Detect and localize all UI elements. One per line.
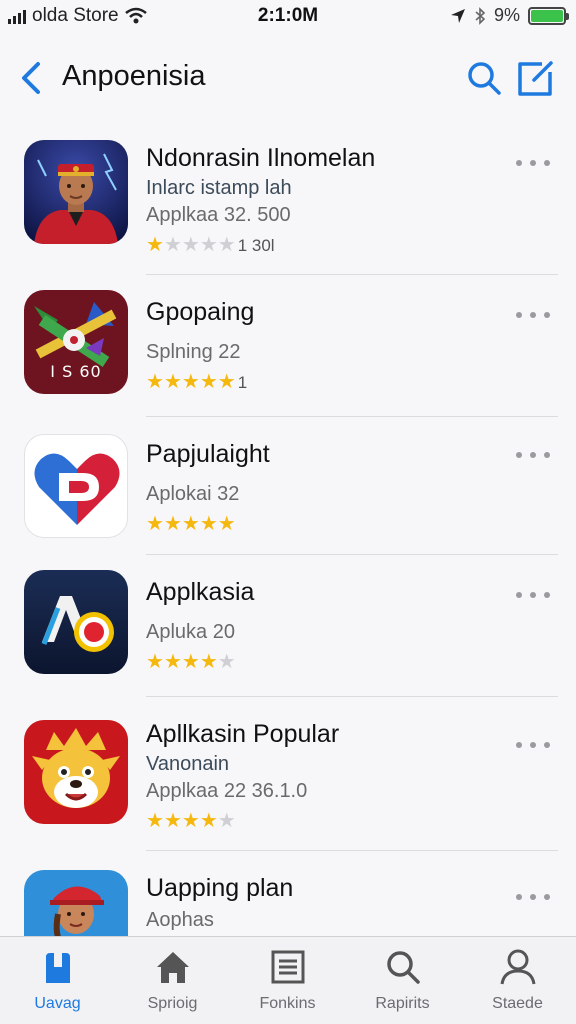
more-options-icon[interactable] — [516, 738, 550, 752]
star-icon: ★ — [181, 651, 200, 673]
tab-label: Uavag — [34, 995, 81, 1012]
star-icon: ★ — [199, 371, 218, 393]
star-icon: ★ — [163, 810, 182, 832]
star-rating: ★★★★★ — [146, 652, 506, 673]
star-icon: ★ — [217, 371, 236, 393]
star-icons: ★★★★★ — [146, 811, 236, 832]
divider — [146, 554, 558, 555]
star-icon: ★ — [217, 810, 236, 832]
star-icon: ★ — [217, 651, 236, 673]
share-icon[interactable] — [514, 58, 556, 100]
app-name: Applkasia — [146, 578, 255, 606]
star-icon: ★ — [163, 651, 182, 673]
tab-home[interactable]: Sprioig — [115, 947, 230, 1019]
search-icon[interactable] — [464, 58, 504, 98]
avatar-hero-icon — [24, 140, 128, 244]
app-meta: Splning 22 — [146, 341, 241, 363]
rating-count: 1 — [237, 372, 248, 392]
divider — [146, 696, 558, 697]
heart-d-icon — [24, 434, 128, 538]
list-item[interactable]: Apllkasin Popular Vanonain Applkaa 22 36… — [0, 720, 576, 864]
more-options-icon[interactable] — [516, 156, 550, 170]
star-icon: ★ — [181, 371, 200, 393]
star-icons: ★★★★★ — [146, 652, 236, 673]
star-rating: ★★★★★ 1 — [146, 372, 506, 393]
app-subtitle: Inlarc istamp lah — [146, 177, 292, 199]
app-subtitle: Vanonain — [146, 753, 230, 775]
icon-caption: I S 60 — [50, 362, 102, 381]
tab-list[interactable]: Fonkins — [230, 947, 345, 1019]
app-name: Papjulaight — [146, 440, 270, 468]
tab-bar: Uavag Sprioig Fonkins Rapirits Staede — [0, 936, 576, 1024]
star-rating: ★★★★★ — [146, 514, 506, 535]
battery-icon — [528, 6, 569, 25]
list-item[interactable]: I S 60 Gpopaing Splning 22 ★★★★★ 1 — [0, 290, 576, 426]
list-item[interactable]: Ndonrasin Ilnomelan Inlarc istamp lah Ap… — [0, 140, 576, 280]
star-icon: ★ — [199, 810, 218, 832]
app-meta: Apluka 20 — [146, 621, 235, 643]
search-icon — [386, 951, 420, 984]
star-rating: ★★★★★ — [146, 811, 506, 832]
star-icon: ★ — [181, 513, 200, 535]
tab-profile[interactable]: Staede — [460, 947, 575, 1019]
divider — [146, 850, 558, 851]
star-icon: ★ — [163, 513, 182, 535]
more-options-icon[interactable] — [516, 308, 550, 322]
tab-label: Sprioig — [147, 995, 198, 1012]
star-icon: ★ — [146, 513, 164, 535]
status-bar: olda Store 2:1:0M 9% — [0, 0, 576, 34]
star-icons: ★★★★★ — [146, 372, 236, 393]
star-icon: ★ — [199, 234, 218, 256]
chevron-left-icon[interactable] — [16, 58, 46, 98]
person-icon — [500, 949, 535, 985]
list-icon — [271, 950, 304, 984]
star-icon: ★ — [163, 371, 182, 393]
tab-label: Staede — [492, 995, 543, 1012]
star-icon: ★ — [146, 371, 164, 393]
list-item[interactable]: Papjulaight Aplokai 32 ★★★★★ — [0, 434, 576, 564]
divider — [146, 416, 558, 417]
star-icon: ★ — [146, 651, 164, 673]
a-circle-icon — [24, 570, 128, 674]
tab-label: Fonkins — [259, 995, 316, 1012]
more-options-icon[interactable] — [516, 890, 550, 904]
star-icon: ★ — [146, 234, 164, 256]
more-options-icon[interactable] — [516, 448, 550, 462]
navigation-bar: Anpoenisia — [0, 44, 576, 110]
app-name: Uapping plan — [146, 874, 294, 902]
star-icon: ★ — [199, 651, 218, 673]
app-meta: Applkaa 32. 500 — [146, 204, 291, 226]
star-icon: ★ — [146, 810, 164, 832]
bluetooth-icon — [475, 6, 486, 25]
star-icon: ★ — [163, 234, 182, 256]
star-icon: ★ — [217, 234, 236, 256]
star-icon: ★ — [199, 513, 218, 535]
location-arrow-icon — [450, 8, 465, 23]
star-icon: ★ — [181, 810, 200, 832]
rating-count: 1 30l — [237, 235, 275, 255]
app-meta: Applkaa 22 36.1.0 — [146, 780, 308, 802]
star-icon: ★ — [181, 234, 200, 256]
app-meta: Aplokai 32 — [146, 483, 240, 505]
app-name: Apllkasin Popular — [146, 720, 340, 748]
more-options-icon[interactable] — [516, 588, 550, 602]
divider — [146, 274, 558, 275]
battery-percent: 9% — [493, 5, 520, 25]
star-icons: ★★★★★ — [146, 235, 236, 256]
app-meta: Aophas — [146, 909, 214, 931]
app-name: Ndonrasin Ilnomelan — [146, 144, 376, 172]
game-crossed-icon: I S 60 — [24, 290, 128, 394]
home-icon — [156, 952, 189, 983]
star-icons: ★★★★★ — [146, 514, 236, 535]
app-name: Gpopaing — [146, 298, 255, 326]
cartoon-dog-icon — [24, 720, 128, 824]
list-item[interactable]: Applkasia Apluka 20 ★★★★★ — [0, 570, 576, 706]
page-title: Anpoenisia — [62, 60, 206, 92]
today-icon — [45, 953, 70, 983]
tab-label: Rapirits — [375, 995, 430, 1012]
tab-today[interactable]: Uavag — [0, 947, 115, 1019]
tab-search[interactable]: Rapirits — [345, 947, 460, 1019]
star-icon: ★ — [217, 513, 236, 535]
star-rating: ★★★★★ 1 30l — [146, 235, 506, 256]
